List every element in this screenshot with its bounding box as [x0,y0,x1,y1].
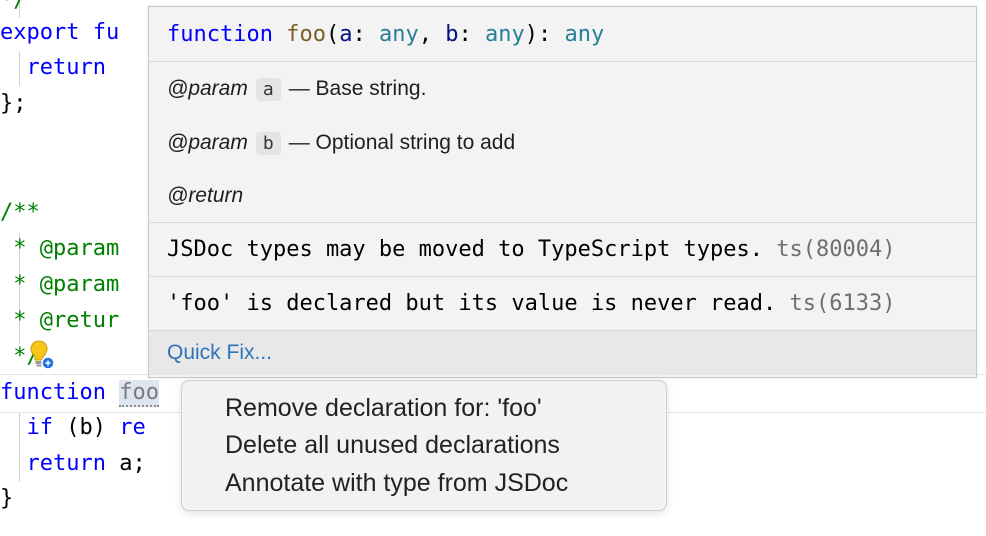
hover-tooltip: function foo(a: any, b: any): any @param… [148,6,977,378]
doc-param-a: @param a — Base string. [167,77,427,101]
diagnostic-unused-declaration: 'foo' is declared but its value is never… [149,276,976,330]
code-line: * @param [0,236,120,261]
code-line: if (b) re [0,415,146,440]
code-line: * @param [0,272,120,297]
code-line: /** [0,200,40,225]
quick-fix-menu: Remove declaration for: 'foo' Delete all… [181,380,667,511]
doc-return: @return [167,184,244,207]
lightbulb-autofix-icon[interactable] [28,338,60,370]
code-line: } [0,486,14,511]
doc-param-b: @param b — Optional string to add [167,131,516,155]
code-line: * @retur [0,308,120,333]
unused-foo-identifier[interactable]: foo [119,380,159,407]
diagnostic-jsdoc-types: JSDoc types may be moved to TypeScript t… [149,222,976,276]
code-line: return [0,55,106,80]
function-signature: function foo(a: any, b: any): any [149,7,976,62]
menu-item-remove-declaration[interactable]: Remove declaration for: 'foo' [225,389,542,427]
menu-item-delete-unused[interactable]: Delete all unused declarations [225,426,560,464]
code-line: }; [0,91,27,116]
code-line: export fu [0,20,120,45]
code-line-function[interactable]: function foo [0,376,159,410]
quick-fix-link[interactable]: Quick Fix... [149,330,976,375]
code-line: return a; [0,451,146,476]
menu-item-annotate-jsdoc[interactable]: Annotate with type from JSDoc [225,464,568,502]
